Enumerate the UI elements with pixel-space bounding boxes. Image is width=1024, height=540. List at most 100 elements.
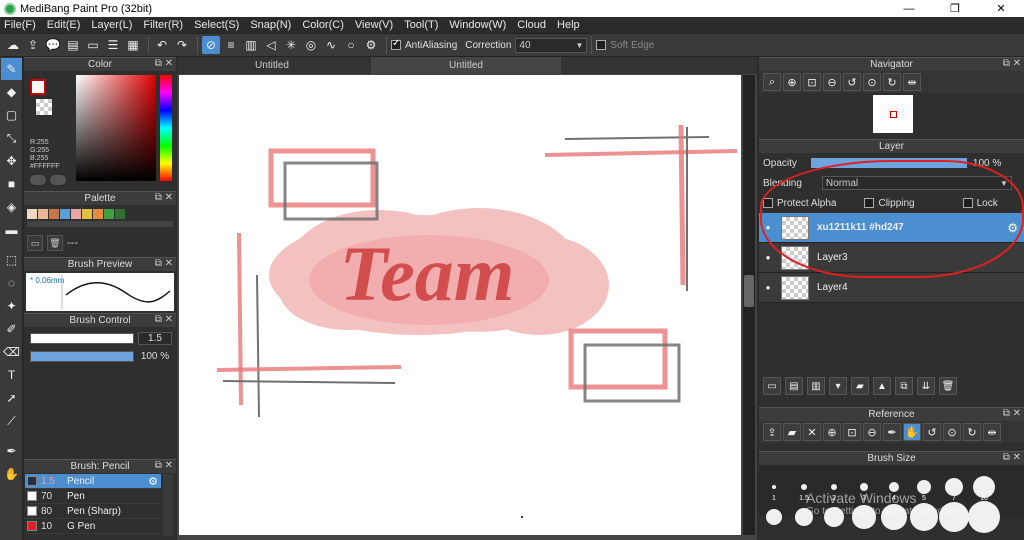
text-tool-icon[interactable]: T bbox=[1, 364, 22, 386]
grid-icon[interactable]: ▦ bbox=[124, 36, 142, 54]
eyedropper-tool-icon[interactable]: ✒ bbox=[1, 440, 22, 462]
tab-untitled-2[interactable]: Untitled bbox=[371, 57, 561, 74]
scrollbar-thumb[interactable] bbox=[744, 275, 754, 307]
brush-size-value[interactable]: 1.5 bbox=[138, 332, 172, 345]
layer-item-layer4[interactable]: ● Layer4 bbox=[759, 273, 1024, 303]
menu-file[interactable]: File(F) bbox=[4, 19, 36, 31]
drawing-canvas[interactable]: Team bbox=[179, 75, 741, 535]
eye-icon[interactable]: ● bbox=[759, 223, 777, 232]
flip-icon[interactable]: ⇹ bbox=[903, 73, 921, 91]
zoom-actual-icon[interactable]: ⊡ bbox=[843, 423, 861, 441]
soft-edge-checkbox[interactable] bbox=[596, 40, 607, 50]
hand-tool-icon[interactable]: ✋ bbox=[1, 463, 22, 485]
tab-untitled-1[interactable]: Untitled bbox=[177, 57, 367, 74]
upload-icon[interactable]: ⇪ bbox=[24, 36, 42, 54]
palette-swatch[interactable] bbox=[27, 209, 37, 219]
protect-alpha-checkbox[interactable] bbox=[763, 198, 773, 208]
concentric-snap-icon[interactable]: ◎ bbox=[302, 36, 320, 54]
crisscross-snap-icon[interactable]: ▥ bbox=[242, 36, 260, 54]
navigator-thumbnail[interactable] bbox=[873, 95, 913, 133]
panel-controls[interactable]: ⧉ ✕ bbox=[155, 258, 173, 269]
menu-window[interactable]: Window(W) bbox=[449, 19, 506, 31]
correction-select[interactable]: 40 ▼ bbox=[515, 37, 588, 53]
panel-controls[interactable]: ⧉ ✕ bbox=[1003, 408, 1021, 419]
radial-snap-icon[interactable]: ✳ bbox=[282, 36, 300, 54]
undo-icon[interactable]: ↶ bbox=[153, 36, 171, 54]
select-pen-tool-icon[interactable]: ✐ bbox=[1, 318, 22, 340]
layer-item-layer3[interactable]: ● Layer3 bbox=[759, 243, 1024, 273]
background-color-swatch[interactable] bbox=[36, 99, 52, 115]
redo-icon[interactable]: ↷ bbox=[173, 36, 191, 54]
foreground-color-swatch[interactable] bbox=[30, 79, 46, 95]
fill-tool-icon[interactable]: ◈ bbox=[1, 196, 22, 218]
clipping-checkbox[interactable] bbox=[864, 198, 875, 208]
add-layer-dropdown-icon[interactable]: ▾ bbox=[829, 377, 847, 395]
brush-opacity-slider[interactable] bbox=[30, 351, 134, 362]
panel-controls[interactable]: ⧉ ✕ bbox=[155, 460, 173, 471]
brush-list-scrollbar[interactable] bbox=[163, 474, 173, 536]
trash-icon[interactable]: 🗑 bbox=[47, 235, 63, 251]
brush-size-preset-dot[interactable] bbox=[772, 485, 776, 489]
menu-layer[interactable]: Layer(L) bbox=[91, 19, 132, 31]
maximize-button[interactable]: ❐ bbox=[932, 0, 978, 17]
duplicate-layer-icon[interactable]: ⧉ bbox=[895, 377, 913, 395]
palette-swatch[interactable] bbox=[38, 209, 48, 219]
select-eraser-tool-icon[interactable]: ⌫ bbox=[1, 341, 22, 363]
divide-tool-icon[interactable]: ⟋ bbox=[1, 410, 22, 432]
menu-select[interactable]: Select(S) bbox=[194, 19, 239, 31]
menu-edit[interactable]: Edit(E) bbox=[47, 19, 81, 31]
brush-size-preset-label[interactable]: 1 bbox=[761, 495, 787, 502]
palette-swatch[interactable] bbox=[82, 209, 92, 219]
snap-off-icon[interactable]: ⊘ bbox=[202, 36, 220, 54]
trash-icon[interactable]: 🗑 bbox=[939, 377, 957, 395]
menu-filter[interactable]: Filter(R) bbox=[143, 19, 183, 31]
vanishing-point-snap-icon[interactable]: ◁ bbox=[262, 36, 280, 54]
brush-size-preset-dot[interactable] bbox=[973, 476, 995, 498]
new-layer-icon[interactable]: ▭ bbox=[763, 377, 781, 395]
palette-scrollbar[interactable] bbox=[27, 221, 173, 227]
gradient-tool-icon[interactable]: ▬ bbox=[1, 219, 22, 241]
menu-help[interactable]: Help bbox=[557, 19, 580, 31]
zoom-out-icon[interactable]: ⊖ bbox=[863, 423, 881, 441]
reset-rotation-icon[interactable]: ⊙ bbox=[943, 423, 961, 441]
gear-icon[interactable]: ⚙ bbox=[1007, 221, 1018, 235]
brush-item-g-pen[interactable]: 10 G Pen bbox=[25, 519, 161, 534]
new-palette-icon[interactable]: ▭ bbox=[27, 235, 43, 251]
hand-icon[interactable]: ✋ bbox=[903, 423, 921, 441]
zoom-fit-icon[interactable]: ⌕ bbox=[763, 73, 781, 91]
eraser-tool-icon[interactable]: ◆ bbox=[1, 81, 22, 103]
cloud-icon[interactable]: ☁ bbox=[4, 36, 22, 54]
brush-tool-icon[interactable]: ✎ bbox=[1, 58, 22, 80]
parallel-snap-icon[interactable]: ≡ bbox=[222, 36, 240, 54]
color-mode-button[interactable] bbox=[50, 175, 66, 185]
hue-slider[interactable] bbox=[160, 75, 172, 181]
palette-swatch[interactable] bbox=[115, 209, 125, 219]
new-8bit-layer-icon[interactable]: ▥ bbox=[807, 377, 825, 395]
brush-size-slider[interactable] bbox=[30, 333, 134, 344]
saturation-value-picker[interactable] bbox=[76, 75, 156, 181]
move-up-icon[interactable]: ▲ bbox=[873, 377, 891, 395]
palette-swatch[interactable] bbox=[49, 209, 59, 219]
flip-icon[interactable]: ⇹ bbox=[983, 423, 1001, 441]
palette-swatch[interactable] bbox=[60, 209, 70, 219]
menu-view[interactable]: View(V) bbox=[355, 19, 393, 31]
color-mode-button[interactable] bbox=[30, 175, 46, 185]
reset-rotation-icon[interactable]: ⊙ bbox=[863, 73, 881, 91]
layer-item-xu1211k11[interactable]: ● xu1211k11 #hd247 ⚙ bbox=[759, 213, 1024, 243]
brush-size-preset-dot[interactable] bbox=[967, 500, 1001, 534]
rotate-left-icon[interactable]: ↺ bbox=[923, 423, 941, 441]
navigator-preview[interactable] bbox=[759, 93, 1024, 139]
operation-tool-icon[interactable]: ➚ bbox=[1, 387, 22, 409]
canvas-vertical-scrollbar[interactable] bbox=[743, 75, 755, 535]
zoom-actual-icon[interactable]: ⊡ bbox=[803, 73, 821, 91]
palette-swatch[interactable] bbox=[93, 209, 103, 219]
gear-icon[interactable]: ⚙ bbox=[148, 475, 158, 488]
blending-select[interactable]: Normal ▼ bbox=[821, 176, 1012, 190]
rotate-right-icon[interactable]: ↻ bbox=[963, 423, 981, 441]
comment-icon[interactable]: 💬 bbox=[44, 36, 62, 54]
circle-snap-icon[interactable]: ○ bbox=[342, 36, 360, 54]
dot-tool-icon[interactable]: ▢ bbox=[1, 104, 22, 126]
brush-item-pen-sharp[interactable]: 80 Pen (Sharp) bbox=[25, 504, 161, 519]
folder-icon[interactable]: ▰ bbox=[851, 377, 869, 395]
panel-controls[interactable]: ⧉ ✕ bbox=[1003, 452, 1021, 463]
